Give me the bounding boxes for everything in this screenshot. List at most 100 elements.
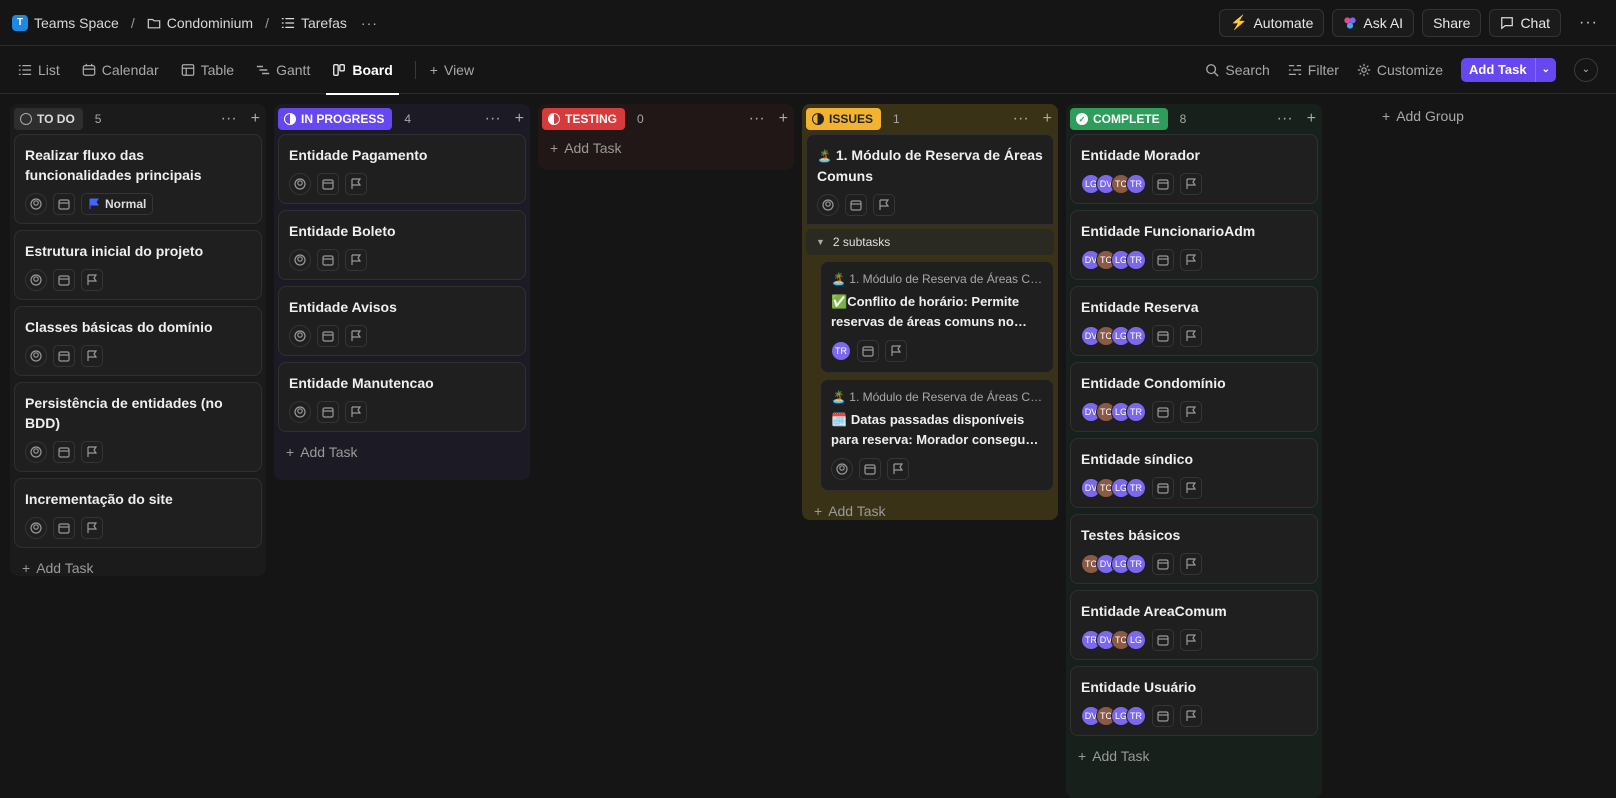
flag-icon[interactable] [81, 517, 103, 539]
ask-ai-button[interactable]: Ask AI [1332, 8, 1415, 37]
more-options-icon[interactable]: ··· [361, 15, 378, 31]
breadcrumb-list[interactable]: Tarefas [281, 15, 347, 31]
plus-icon[interactable]: + [515, 110, 524, 128]
avatar[interactable]: TR [1126, 402, 1146, 422]
task-card[interactable]: Estrutura inicial do projeto [14, 230, 262, 300]
flag-icon[interactable] [885, 340, 907, 362]
assignee-avatars[interactable]: TC DV LG TR [1081, 554, 1146, 574]
task-card[interactable]: Realizar fluxo das funcionalidades princ… [14, 134, 262, 224]
assignee-icon[interactable] [831, 458, 853, 480]
tab-gantt[interactable]: Gantt [256, 46, 310, 94]
avatar[interactable]: TR [1126, 706, 1146, 726]
assignee-avatars[interactable]: DV TC LG TR [1081, 478, 1146, 498]
more-icon[interactable]: ··· [749, 110, 765, 128]
assignee-avatars[interactable]: DV TC LG TR [1081, 706, 1146, 726]
calendar-icon[interactable] [857, 340, 879, 362]
add-task-row[interactable]: + Add Task [274, 438, 530, 466]
more-icon[interactable]: ··· [1013, 110, 1029, 128]
add-task-row[interactable]: + Add Task [10, 554, 266, 582]
flag-icon[interactable] [1180, 629, 1202, 651]
calendar-icon[interactable] [53, 269, 75, 291]
add-task-row[interactable]: + Add Task [802, 497, 1058, 525]
task-card[interactable]: Entidade Avisos [278, 286, 526, 356]
priority-badge[interactable]: Normal [81, 193, 154, 215]
calendar-icon[interactable] [317, 249, 339, 271]
flag-icon[interactable] [1180, 173, 1202, 195]
calendar-icon[interactable] [1152, 173, 1174, 195]
chevron-down-icon[interactable]: ⌄ [1534, 57, 1556, 82]
flag-icon[interactable] [345, 325, 367, 347]
add-task-row[interactable]: + Add Task [1066, 742, 1322, 770]
add-task-button[interactable]: Add Task ⌄ [1461, 57, 1556, 82]
calendar-icon[interactable] [1152, 401, 1174, 423]
plus-icon[interactable]: + [251, 110, 260, 128]
task-card[interactable]: Entidade AreaComum TR DV TC LG [1070, 590, 1318, 660]
subtask-card[interactable]: 🏝️ 1. Módulo de Reserva de Áreas Co... ✅… [820, 261, 1054, 373]
task-card[interactable]: Entidade Usuário DV TC LG TR [1070, 666, 1318, 736]
calendar-icon[interactable] [1152, 553, 1174, 575]
task-card[interactable]: Entidade Boleto [278, 210, 526, 280]
avatar[interactable]: TR [831, 341, 851, 361]
task-card[interactable]: Entidade Manutencao [278, 362, 526, 432]
flag-icon[interactable] [1180, 705, 1202, 727]
task-card[interactable]: Classes básicas do domínio [14, 306, 262, 376]
tab-calendar[interactable]: Calendar [82, 46, 159, 94]
avatar[interactable]: TR [1126, 326, 1146, 346]
more-icon[interactable]: ··· [1579, 14, 1598, 32]
calendar-icon[interactable] [859, 458, 881, 480]
status-badge-in-progress[interactable]: IN PROGRESS [278, 108, 393, 130]
subtasks-toggle[interactable]: ▼ 2 subtasks [806, 229, 1054, 255]
plus-icon[interactable]: + [779, 110, 788, 128]
plus-icon[interactable]: + [1043, 110, 1052, 128]
status-badge-todo[interactable]: TO DO [14, 108, 83, 130]
assignee-icon[interactable] [289, 249, 311, 271]
task-card[interactable]: Entidade Reserva DV TC LG TR [1070, 286, 1318, 356]
calendar-icon[interactable] [1152, 705, 1174, 727]
assignee-icon[interactable] [289, 325, 311, 347]
share-button[interactable]: Share [1422, 8, 1482, 37]
collapse-icon[interactable]: ⌄ [1574, 57, 1598, 82]
automate-button[interactable]: ⚡ Automate [1219, 8, 1325, 37]
calendar-icon[interactable] [53, 441, 75, 463]
task-card[interactable]: Testes básicos TC DV LG TR [1070, 514, 1318, 584]
subtask-card[interactable]: 🏝️ 1. Módulo de Reserva de Áreas Co... 🗓… [820, 379, 1054, 491]
more-icon[interactable]: ··· [485, 110, 501, 128]
flag-icon[interactable] [1180, 401, 1202, 423]
add-group-button[interactable]: + Add Group [1382, 108, 1464, 124]
status-badge-testing[interactable]: TESTING [542, 108, 626, 130]
status-badge-complete[interactable]: ✓ COMPLETE [1070, 108, 1168, 130]
task-card[interactable]: Entidade síndico DV TC LG TR [1070, 438, 1318, 508]
task-card[interactable]: 🏝️ 1. Módulo de Reserva de Áreas Comuns [806, 134, 1054, 225]
task-card[interactable]: Incrementação do site [14, 478, 262, 548]
plus-icon[interactable]: + [1307, 110, 1316, 128]
assignee-icon[interactable] [289, 401, 311, 423]
chat-button[interactable]: Chat [1489, 8, 1562, 37]
tab-list[interactable]: List [18, 46, 60, 94]
flag-icon[interactable] [887, 458, 909, 480]
status-badge-issues[interactable]: ISSUES [806, 108, 882, 130]
breadcrumb-folder[interactable]: Condominium [147, 15, 253, 31]
task-card[interactable]: Entidade Morador LG DV TC TR [1070, 134, 1318, 204]
flag-icon[interactable] [1180, 325, 1202, 347]
add-view-button[interactable]: + View [430, 46, 474, 94]
flag-icon[interactable] [1180, 249, 1202, 271]
tab-table[interactable]: Table [181, 46, 234, 94]
calendar-icon[interactable] [317, 401, 339, 423]
flag-icon[interactable] [81, 345, 103, 367]
flag-icon[interactable] [345, 173, 367, 195]
assignee-avatars[interactable]: LG DV TC TR [1081, 174, 1146, 194]
calendar-icon[interactable] [1152, 249, 1174, 271]
calendar-icon[interactable] [53, 193, 75, 215]
assignee-icon[interactable] [25, 517, 47, 539]
avatar[interactable]: LG [1126, 630, 1146, 650]
flag-icon[interactable] [873, 194, 895, 216]
add-task-row[interactable]: + Add Task [538, 134, 794, 162]
tab-board[interactable]: Board [326, 46, 400, 95]
task-card[interactable]: Entidade Pagamento [278, 134, 526, 204]
assignee-icon[interactable] [817, 194, 839, 216]
calendar-icon[interactable] [1152, 477, 1174, 499]
assignee-avatars[interactable]: TR DV TC LG [1081, 630, 1146, 650]
flag-icon[interactable] [1180, 553, 1202, 575]
assignee-icon[interactable] [25, 193, 47, 215]
calendar-icon[interactable] [53, 517, 75, 539]
